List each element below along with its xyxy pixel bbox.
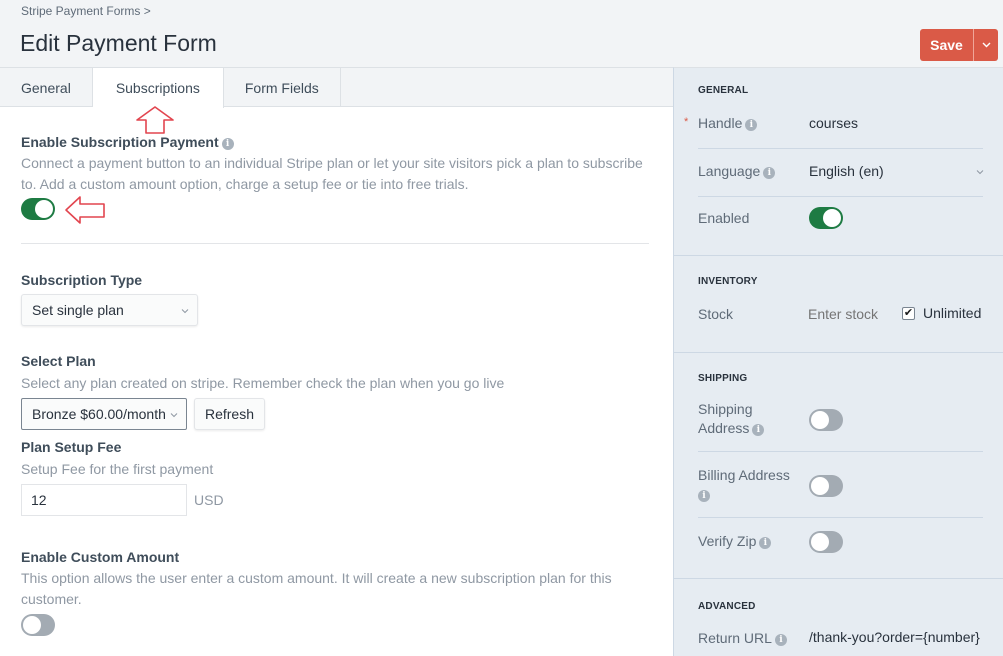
description-line: Connect a payment button to an individua… [21, 155, 643, 171]
verify-zip-toggle[interactable] [809, 531, 843, 553]
section-divider [21, 243, 649, 244]
setup-fee-input[interactable] [21, 484, 187, 516]
toggle-knob [811, 411, 829, 429]
section-heading: GENERAL [698, 85, 749, 96]
page-title: Edit Payment Form [20, 30, 217, 56]
description-line: to. Add a custom amount option, charge a… [21, 176, 469, 192]
toggle-knob [35, 200, 53, 218]
plan-select-value: Bronze $60.00/month [32, 406, 166, 422]
subscription-type-heading: Subscription Type [21, 272, 143, 288]
enabled-toggle[interactable] [809, 207, 843, 229]
select-plan-description: Select any plan created on stripe. Remem… [21, 375, 505, 391]
info-icon[interactable]: i [759, 537, 772, 549]
plan-select[interactable]: Bronze $60.00/month [21, 398, 187, 430]
save-button-group: Save [920, 29, 998, 61]
enable-subscription-heading: Enable Subscription Payment i [21, 134, 234, 150]
info-icon[interactable]: i [774, 634, 787, 646]
info-icon[interactable]: i [698, 490, 710, 502]
enabled-label: Enabled [698, 210, 750, 226]
annotation-left-arrow-icon [65, 196, 105, 224]
language-label: Language i [698, 162, 776, 181]
handle-label: Handle i [698, 114, 758, 133]
sidebar-section-shipping: SHIPPING Shipping Address i Billing Addre… [674, 353, 1003, 579]
section-heading: SHIPPING [698, 373, 748, 384]
setup-fee-currency: USD [194, 492, 224, 508]
save-button[interactable]: Save [920, 29, 973, 61]
breadcrumb-link[interactable]: Stripe Payment Forms [21, 4, 140, 18]
settings-sidebar: GENERAL * Handle i courses Language i Engl… [673, 67, 1003, 656]
handle-label-text: Handle [698, 115, 743, 131]
stock-input[interactable] [808, 304, 893, 324]
label-line: Shipping [698, 401, 753, 417]
chevron-down-icon [181, 309, 189, 314]
description-line: This option allows the user enter a cust… [21, 570, 612, 586]
tab-general[interactable]: General [0, 68, 93, 107]
unlimited-checkbox[interactable]: ✔ [902, 307, 915, 320]
toggle-knob [811, 533, 829, 551]
chevron-down-icon [976, 170, 984, 175]
chevron-down-icon [170, 413, 178, 418]
select-plan-heading: Select Plan [21, 353, 96, 369]
shipping-address-label: Shipping Address i [698, 400, 765, 438]
subscription-type-select[interactable]: Set single plan [21, 294, 198, 326]
return-url-label: Return URL i [698, 629, 787, 648]
custom-amount-heading: Enable Custom Amount [21, 549, 180, 565]
info-icon[interactable]: i [745, 119, 758, 131]
save-options-button[interactable] [973, 29, 998, 61]
toggle-knob [823, 209, 841, 227]
unlimited-label[interactable]: Unlimited [923, 305, 981, 321]
enable-subscription-toggle[interactable] [21, 198, 55, 220]
handle-value[interactable]: courses [809, 115, 858, 131]
toggle-knob [23, 616, 41, 634]
subscription-type-value: Set single plan [32, 302, 124, 318]
breadcrumb[interactable]: Stripe Payment Forms > [21, 4, 151, 18]
custom-amount-toggle[interactable] [21, 614, 55, 636]
shipping-address-toggle[interactable] [809, 409, 843, 431]
stock-label: Stock [698, 306, 734, 322]
toggle-knob [811, 477, 829, 495]
custom-amount-description: This option allows the user enter a cust… [21, 568, 612, 610]
label-line: Address [698, 420, 750, 436]
label-line: Billing Address [698, 467, 790, 483]
section-heading: INVENTORY [698, 276, 758, 287]
row-separator [698, 196, 983, 197]
billing-address-label: Billing Address i [698, 466, 790, 504]
sidebar-section-inventory: INVENTORY Stock ✔ Unlimited [674, 256, 1003, 353]
info-icon[interactable]: i [763, 167, 776, 179]
main-panel: General Subscriptions Form Fields Enable… [0, 67, 673, 656]
chevron-down-icon [982, 42, 990, 48]
language-select[interactable]: English (en) [809, 163, 984, 179]
row-separator [698, 517, 983, 518]
page-header: Stripe Payment Forms > Edit Payment Form… [0, 0, 1003, 68]
row-separator [698, 451, 983, 452]
tab-form-fields[interactable]: Form Fields [224, 68, 341, 107]
verify-zip-label: Verify Zip i [698, 532, 772, 551]
verify-zip-label-text: Verify Zip [698, 533, 757, 549]
enable-subscription-label: Enable Subscription Payment [21, 134, 219, 150]
language-value: English (en) [809, 163, 884, 179]
language-label-text: Language [698, 163, 761, 179]
setup-fee-heading: Plan Setup Fee [21, 439, 122, 455]
row-separator [698, 148, 983, 149]
required-marker: * [684, 116, 689, 128]
return-url-value[interactable]: /thank-you?order={number} [809, 629, 980, 645]
enable-subscription-description: Connect a payment button to an individua… [21, 153, 643, 195]
tab-subscriptions[interactable]: Subscriptions [92, 68, 224, 108]
billing-address-toggle[interactable] [809, 475, 843, 497]
setup-fee-description: Setup Fee for the first payment [21, 461, 214, 477]
breadcrumb-separator: > [143, 4, 151, 18]
refresh-plans-button[interactable]: Refresh [194, 398, 265, 430]
info-icon[interactable]: i [221, 138, 234, 150]
sidebar-section-advanced: ADVANCED Return URL i /thank-you?order={n… [674, 579, 1003, 656]
section-heading: ADVANCED [698, 601, 756, 612]
annotation-up-arrow-icon [136, 106, 174, 134]
tab-bar: General Subscriptions Form Fields [0, 68, 673, 108]
sidebar-section-general: GENERAL * Handle i courses Language i Engl… [674, 68, 1003, 256]
info-icon[interactable]: i [752, 424, 765, 436]
description-line: customer. [21, 591, 82, 607]
return-url-label-text: Return URL [698, 630, 772, 646]
